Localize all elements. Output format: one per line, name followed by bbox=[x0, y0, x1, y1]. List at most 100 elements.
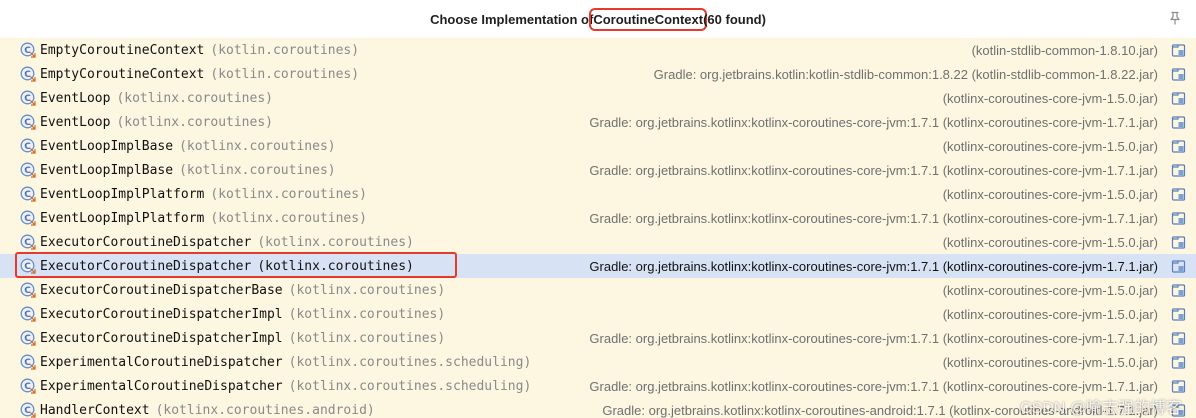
library-label: (kotlinx-coroutines-core-jvm-1.5.0.jar) bbox=[942, 138, 1158, 154]
jar-library-icon bbox=[1171, 164, 1186, 177]
class-label: ExecutorCoroutineDispatcherImpl (kotlinx.… bbox=[40, 307, 445, 322]
class-label: EmptyCoroutineContext (kotlin.coroutines) bbox=[40, 43, 359, 58]
class-icon: C bbox=[20, 378, 36, 394]
library-label: Gradle: org.jetbrains.kotlinx:kotlinx-co… bbox=[589, 114, 1158, 130]
class-label: EventLoop (kotlinx.coroutines) bbox=[40, 115, 273, 130]
class-name: EventLoop bbox=[40, 114, 111, 130]
class-icon: C bbox=[20, 186, 36, 202]
package-name: (kotlinx.coroutines) bbox=[116, 114, 273, 130]
header-title-suffix: (60 found) bbox=[703, 11, 766, 27]
package-name: (kotlinx.coroutines.scheduling) bbox=[288, 378, 532, 394]
jar-library-icon bbox=[1171, 236, 1186, 249]
implementation-row[interactable]: C EventLoopImplPlatform (kotlinx.coroutin… bbox=[0, 206, 1196, 230]
library-label: Gradle: org.jetbrains.kotlinx:kotlinx-co… bbox=[589, 162, 1158, 178]
svg-text:C: C bbox=[24, 406, 31, 416]
svg-text:C: C bbox=[24, 382, 31, 392]
library-label: (kotlinx-coroutines-core-jvm-1.5.0.jar) bbox=[942, 234, 1158, 250]
implementation-row[interactable]: C EventLoopImplBase (kotlinx.coroutines) … bbox=[0, 134, 1196, 158]
svg-text:C: C bbox=[24, 334, 31, 344]
library-label: Gradle: org.jetbrains.kotlinx:kotlinx-co… bbox=[589, 258, 1158, 274]
svg-text:C: C bbox=[24, 142, 31, 152]
class-label: HandlerContext (kotlinx.coroutines.androi… bbox=[40, 403, 375, 418]
svg-text:C: C bbox=[24, 358, 31, 368]
header-title-prefix: Choose Implementation of bbox=[430, 11, 594, 27]
svg-text:C: C bbox=[24, 46, 31, 56]
svg-text:C: C bbox=[24, 166, 31, 176]
class-icon: C bbox=[20, 306, 36, 322]
jar-library-icon bbox=[1171, 212, 1186, 225]
class-label: ExecutorCoroutineDispatcherImpl (kotlinx.… bbox=[40, 331, 445, 346]
implementation-row[interactable]: C ExecutorCoroutineDispatcherImpl (kotlin… bbox=[0, 326, 1196, 350]
package-name: (kotlin.coroutines) bbox=[210, 66, 360, 82]
class-label: EventLoop (kotlinx.coroutines) bbox=[40, 91, 273, 106]
package-name: (kotlinx.coroutines) bbox=[210, 186, 367, 202]
pin-icon[interactable] bbox=[1168, 11, 1182, 25]
class-icon: C bbox=[20, 234, 36, 250]
jar-library-icon bbox=[1171, 116, 1186, 129]
watermark: CSDN @喻志强的博客 bbox=[1019, 400, 1182, 417]
class-label: ExecutorCoroutineDispatcherBase (kotlinx.… bbox=[40, 283, 445, 298]
jar-library-icon bbox=[1171, 260, 1186, 273]
svg-text:C: C bbox=[24, 190, 31, 200]
popup-header: Choose Implementation of CoroutineContex… bbox=[0, 0, 1196, 39]
implementation-row[interactable]: C EventLoop (kotlinx.coroutines) Gradle: … bbox=[0, 110, 1196, 134]
class-label: EventLoopImplBase (kotlinx.coroutines) bbox=[40, 163, 336, 178]
class-icon: C bbox=[20, 402, 36, 418]
implementation-row[interactable]: C ExecutorCoroutineDispatcher (kotlinx.co… bbox=[0, 230, 1196, 254]
jar-library-icon bbox=[1171, 356, 1186, 369]
implementation-row[interactable]: C EventLoopImplBase (kotlinx.coroutines) … bbox=[0, 158, 1196, 182]
svg-text:C: C bbox=[24, 310, 31, 320]
class-name: ExperimentalCoroutineDispatcher bbox=[40, 354, 283, 370]
library-label: (kotlinx-coroutines-core-jvm-1.5.0.jar) bbox=[942, 282, 1158, 298]
package-name: (kotlinx.coroutines) bbox=[179, 138, 336, 154]
implementation-row[interactable]: C ExecutorCoroutineDispatcherBase (kotlin… bbox=[0, 278, 1196, 302]
class-name: ExecutorCoroutineDispatcher bbox=[40, 258, 252, 274]
class-icon: C bbox=[20, 210, 36, 226]
package-name: (kotlinx.coroutines) bbox=[179, 162, 336, 178]
class-name: EventLoopImplBase bbox=[40, 138, 174, 154]
class-name: EventLoopImplPlatform bbox=[40, 210, 205, 226]
library-label: (kotlinx-coroutines-core-jvm-1.5.0.jar) bbox=[942, 354, 1158, 370]
class-name: EmptyCoroutineContext bbox=[40, 66, 205, 82]
class-label: EventLoopImplBase (kotlinx.coroutines) bbox=[40, 139, 336, 154]
class-label: ExperimentalCoroutineDispatcher (kotlinx.… bbox=[40, 379, 531, 394]
jar-library-icon bbox=[1171, 68, 1186, 81]
package-name: (kotlinx.coroutines) bbox=[257, 258, 414, 274]
class-name: HandlerContext bbox=[40, 402, 150, 418]
class-icon: C bbox=[20, 162, 36, 178]
svg-text:C: C bbox=[24, 286, 31, 296]
implementation-row[interactable]: C ExperimentalCoroutineDispatcher (kotlin… bbox=[0, 350, 1196, 374]
package-name: (kotlinx.coroutines) bbox=[288, 282, 446, 298]
implementation-row[interactable]: C EventLoop (kotlinx.coroutines) (kotlinx… bbox=[0, 86, 1196, 110]
class-name: EventLoop bbox=[40, 90, 111, 106]
library-label: Gradle: org.jetbrains.kotlinx:kotlinx-co… bbox=[589, 210, 1158, 226]
library-label: Gradle: org.jetbrains.kotlinx:kotlinx-co… bbox=[589, 330, 1158, 346]
class-icon: C bbox=[20, 66, 36, 82]
class-name: ExecutorCoroutineDispatcherImpl bbox=[40, 306, 283, 322]
package-name: (kotlinx.coroutines) bbox=[116, 90, 273, 106]
class-icon: C bbox=[20, 90, 36, 106]
jar-library-icon bbox=[1171, 308, 1186, 321]
implementation-row-selected[interactable]: C ExecutorCoroutineDispatcher (kotlinx.co… bbox=[0, 252, 1196, 278]
class-label: EventLoopImplPlatform (kotlinx.coroutines… bbox=[40, 187, 367, 202]
class-name: ExecutorCoroutineDispatcherImpl bbox=[40, 330, 283, 346]
implementation-row[interactable]: C EmptyCoroutineContext (kotlin.coroutine… bbox=[0, 62, 1196, 86]
implementation-row[interactable]: C EmptyCoroutineContext (kotlin.coroutine… bbox=[0, 38, 1196, 62]
class-label: EmptyCoroutineContext (kotlin.coroutines) bbox=[40, 67, 359, 82]
class-name: EventLoopImplPlatform bbox=[40, 186, 205, 202]
implementation-list: C EmptyCoroutineContext (kotlin.coroutine… bbox=[0, 38, 1196, 418]
svg-text:C: C bbox=[24, 262, 31, 272]
jar-library-icon bbox=[1171, 188, 1186, 201]
package-name: (kotlinx.coroutines.scheduling) bbox=[288, 354, 532, 370]
implementation-row[interactable]: C ExperimentalCoroutineDispatcher (kotlin… bbox=[0, 374, 1196, 398]
library-label: Gradle: org.jetbrains.kotlin:kotlin-stdl… bbox=[653, 66, 1158, 82]
class-name: ExperimentalCoroutineDispatcher bbox=[40, 378, 283, 394]
svg-text:C: C bbox=[24, 118, 31, 128]
class-icon: C bbox=[20, 330, 36, 346]
package-name: (kotlinx.coroutines) bbox=[210, 210, 367, 226]
implementation-row[interactable]: C ExecutorCoroutineDispatcherImpl (kotlin… bbox=[0, 302, 1196, 326]
package-name: (kotlinx.coroutines) bbox=[288, 306, 446, 322]
implementation-row[interactable]: C HandlerContext (kotlinx.coroutines.andr… bbox=[0, 398, 1196, 418]
implementation-row[interactable]: C EventLoopImplPlatform (kotlinx.coroutin… bbox=[0, 182, 1196, 206]
svg-text:C: C bbox=[24, 94, 31, 104]
